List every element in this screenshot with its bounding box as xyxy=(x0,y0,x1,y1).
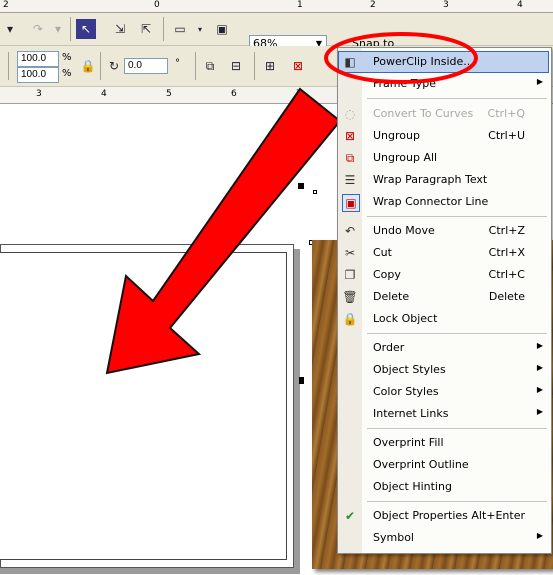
menu-item-label: Object Hinting xyxy=(373,480,452,493)
menu-item-order[interactable]: Order ▶ xyxy=(338,337,549,359)
ungroup-all-icon: ⧉ xyxy=(345,150,355,165)
menu-item-label: Frame Type xyxy=(373,77,437,90)
menu-item-object-properties[interactable]: ✔ Object Properties Alt+Enter xyxy=(338,505,549,527)
menu-item-shortcut: Ctrl+Z xyxy=(488,224,525,237)
menu-item-shortcut: Delete xyxy=(488,290,525,303)
menu-item-label: Overprint Outline xyxy=(373,458,469,471)
menu-item-shortcut: Ctrl+C xyxy=(488,268,525,281)
menu-item-delete[interactable]: 🗑 Delete Delete xyxy=(338,286,549,308)
menu-item-shortcut: Alt+Enter xyxy=(471,509,525,522)
menu-item-color-styles[interactable]: Color Styles ▶ xyxy=(338,381,549,403)
menu-item-label: Cut xyxy=(373,246,392,259)
submenu-arrow-icon: ▶ xyxy=(536,341,543,350)
menu-item-object-hinting[interactable]: Object Hinting xyxy=(338,476,549,498)
wrap-text-icon: ☰ xyxy=(344,173,356,187)
menu-item-overprint-fill[interactable]: Overprint Fill xyxy=(338,432,549,454)
submenu-arrow-icon: ▶ xyxy=(536,407,543,416)
menu-item-label: PowerClip Inside... xyxy=(373,55,474,68)
menu-item-label: Overprint Fill xyxy=(373,436,444,449)
menu-item-label: Convert To Curves xyxy=(373,107,474,120)
menu-item-copy[interactable]: ❐ Copy Ctrl+C xyxy=(338,264,549,286)
menu-item-wrap-connector-line[interactable]: ▣ Wrap Connector Line xyxy=(338,191,549,213)
menu-item-ungroup-all[interactable]: ⧉ Ungroup All xyxy=(338,147,549,169)
menu-item-cut[interactable]: ✂ Cut Ctrl+X xyxy=(338,242,549,264)
menu-item-wrap-paragraph-text[interactable]: ☰ Wrap Paragraph Text xyxy=(338,169,549,191)
lock-icon: 🔒 xyxy=(342,312,358,326)
menu-item-label: Object Properties xyxy=(373,509,468,522)
menu-item-overprint-outline[interactable]: Overprint Outline xyxy=(338,454,549,476)
copy-icon: ❐ xyxy=(344,268,356,282)
menu-item-label: Lock Object xyxy=(373,312,438,325)
menu-item-lock-object[interactable]: 🔒 Lock Object xyxy=(338,308,549,330)
powerclip-icon: ◧ xyxy=(344,55,356,69)
menu-item-label: Ungroup All xyxy=(373,151,438,164)
menu-item-powerclip-inside[interactable]: ◧ PowerClip Inside... xyxy=(338,51,549,73)
menu-item-convert-to-curves[interactable]: ◌ Convert To Curves Ctrl+Q xyxy=(338,103,549,125)
convert-curves-icon: ◌ xyxy=(344,107,356,121)
menu-separator xyxy=(367,333,547,334)
menu-separator xyxy=(367,501,547,502)
menu-item-undo-move[interactable]: ↶ Undo Move Ctrl+Z xyxy=(338,220,549,242)
submenu-arrow-icon: ▶ xyxy=(536,531,543,540)
menu-item-label: Wrap Connector Line xyxy=(373,195,489,208)
menu-separator xyxy=(367,98,547,99)
menu-separator xyxy=(367,428,547,429)
menu-item-label: Internet Links xyxy=(373,407,449,420)
menu-item-label: Delete xyxy=(373,290,410,303)
menu-separator xyxy=(367,216,547,217)
ungroup-icon: ⊠ xyxy=(344,129,356,143)
wrap-connector-icon: ▣ xyxy=(342,194,360,212)
menu-item-label: Symbol xyxy=(373,531,414,544)
menu-item-ungroup[interactable]: ⊠ Ungroup Ctrl+U xyxy=(338,125,549,147)
undo-icon: ↶ xyxy=(344,224,356,238)
menu-item-label: Wrap Paragraph Text xyxy=(373,173,488,186)
menu-item-label: Ungroup xyxy=(373,129,420,142)
submenu-arrow-icon: ▶ xyxy=(536,77,543,86)
menu-item-internet-links[interactable]: Internet Links ▶ xyxy=(338,403,549,425)
menu-item-shortcut: Ctrl+U xyxy=(488,129,525,142)
menu-item-object-styles[interactable]: Object Styles ▶ xyxy=(338,359,549,381)
menu-item-label: Object Styles xyxy=(373,363,446,376)
menu-item-label: Copy xyxy=(373,268,401,281)
checkmark-icon: ✔ xyxy=(344,509,356,523)
menu-item-label: Undo Move xyxy=(373,224,435,237)
submenu-arrow-icon: ▶ xyxy=(536,385,543,394)
menu-item-symbol[interactable]: Symbol ▶ xyxy=(338,527,549,549)
context-menu: ◧ PowerClip Inside... Frame Type ▶ ◌ Con… xyxy=(337,47,552,554)
menu-item-frame-type[interactable]: Frame Type ▶ xyxy=(338,73,549,95)
menu-item-shortcut: Ctrl+X xyxy=(488,246,525,259)
menu-item-shortcut: Ctrl+Q xyxy=(487,107,525,120)
arrow-shape xyxy=(105,87,342,375)
menu-item-label: Color Styles xyxy=(373,385,439,398)
menu-item-label: Order xyxy=(373,341,405,354)
scissors-icon: ✂ xyxy=(344,246,356,260)
submenu-arrow-icon: ▶ xyxy=(536,363,543,372)
trash-icon: 🗑 xyxy=(342,290,358,304)
